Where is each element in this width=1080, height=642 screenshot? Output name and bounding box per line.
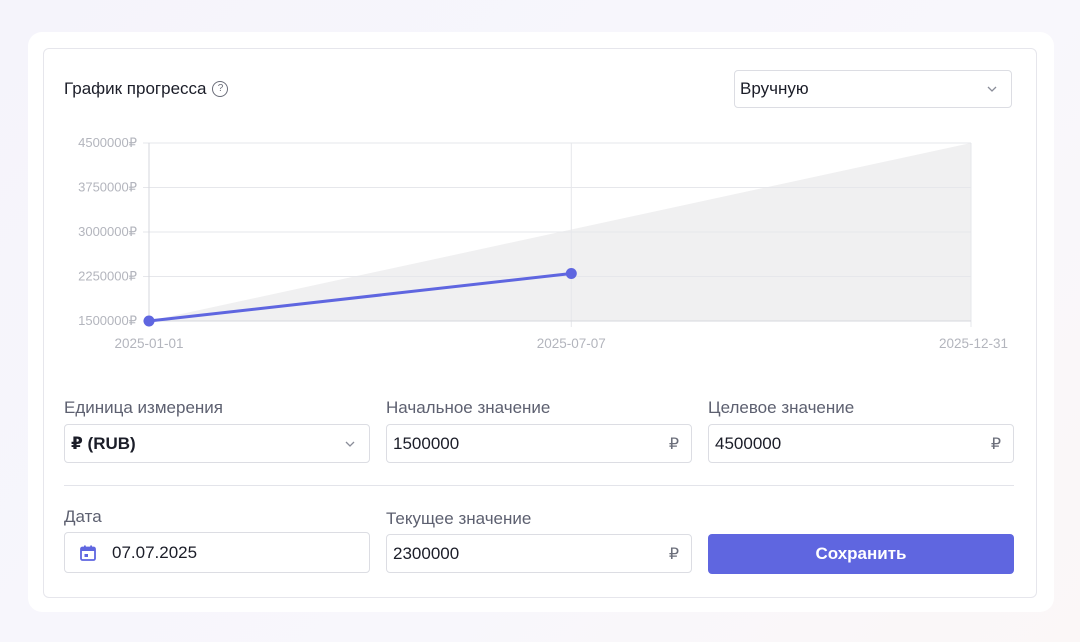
current-value-text: 2300000: [393, 543, 460, 563]
y-tick-label: 3000000₽: [78, 224, 137, 239]
target-value-input[interactable]: 4500000 ₽: [708, 424, 1014, 463]
start-value-text: 1500000: [393, 433, 460, 453]
x-tick-label: 2025-01-01: [114, 336, 183, 351]
start-value-input[interactable]: 1500000 ₽: [386, 424, 692, 463]
y-tick-label: 4500000₽: [78, 135, 137, 150]
ruble-suffix: ₽: [990, 435, 1001, 453]
unit-select-value: ₽ (RUB): [71, 433, 136, 453]
y-tick-label: 3750000₽: [78, 180, 137, 195]
y-tick-label: 1500000₽: [78, 313, 137, 328]
x-tick-label: 2025-12-31: [939, 336, 1008, 351]
target-value-label: Целевое значение: [708, 398, 855, 417]
chevron-down-icon: [345, 441, 355, 447]
unit-select[interactable]: ₽ (RUB): [64, 424, 370, 463]
date-value: 07.07.2025: [112, 542, 198, 562]
calendar-icon[interactable]: [79, 544, 97, 562]
ruble-suffix: ₽: [668, 435, 679, 453]
y-tick-label: 2250000₽: [78, 269, 137, 284]
date-label: Дата: [64, 507, 102, 526]
ruble-suffix: ₽: [668, 545, 679, 563]
current-value-input[interactable]: 2300000 ₽: [386, 534, 692, 573]
unit-label: Единица измерения: [64, 398, 223, 417]
data-point: [565, 268, 577, 280]
save-button[interactable]: Сохранить: [708, 534, 1014, 574]
start-value-label: Начальное значение: [386, 398, 551, 417]
data-point: [143, 315, 155, 327]
date-input[interactable]: 07.07.2025: [64, 532, 370, 573]
progress-chart: 4500000₽ 3750000₽ 3000000₽ 2250000₽ 1500000₽…: [78, 135, 1008, 351]
target-value-text: 4500000: [715, 433, 782, 453]
x-tick-label: 2025-07-07: [537, 336, 606, 351]
current-value-label: Текущее значение: [386, 509, 532, 528]
form-divider: [64, 485, 1014, 486]
